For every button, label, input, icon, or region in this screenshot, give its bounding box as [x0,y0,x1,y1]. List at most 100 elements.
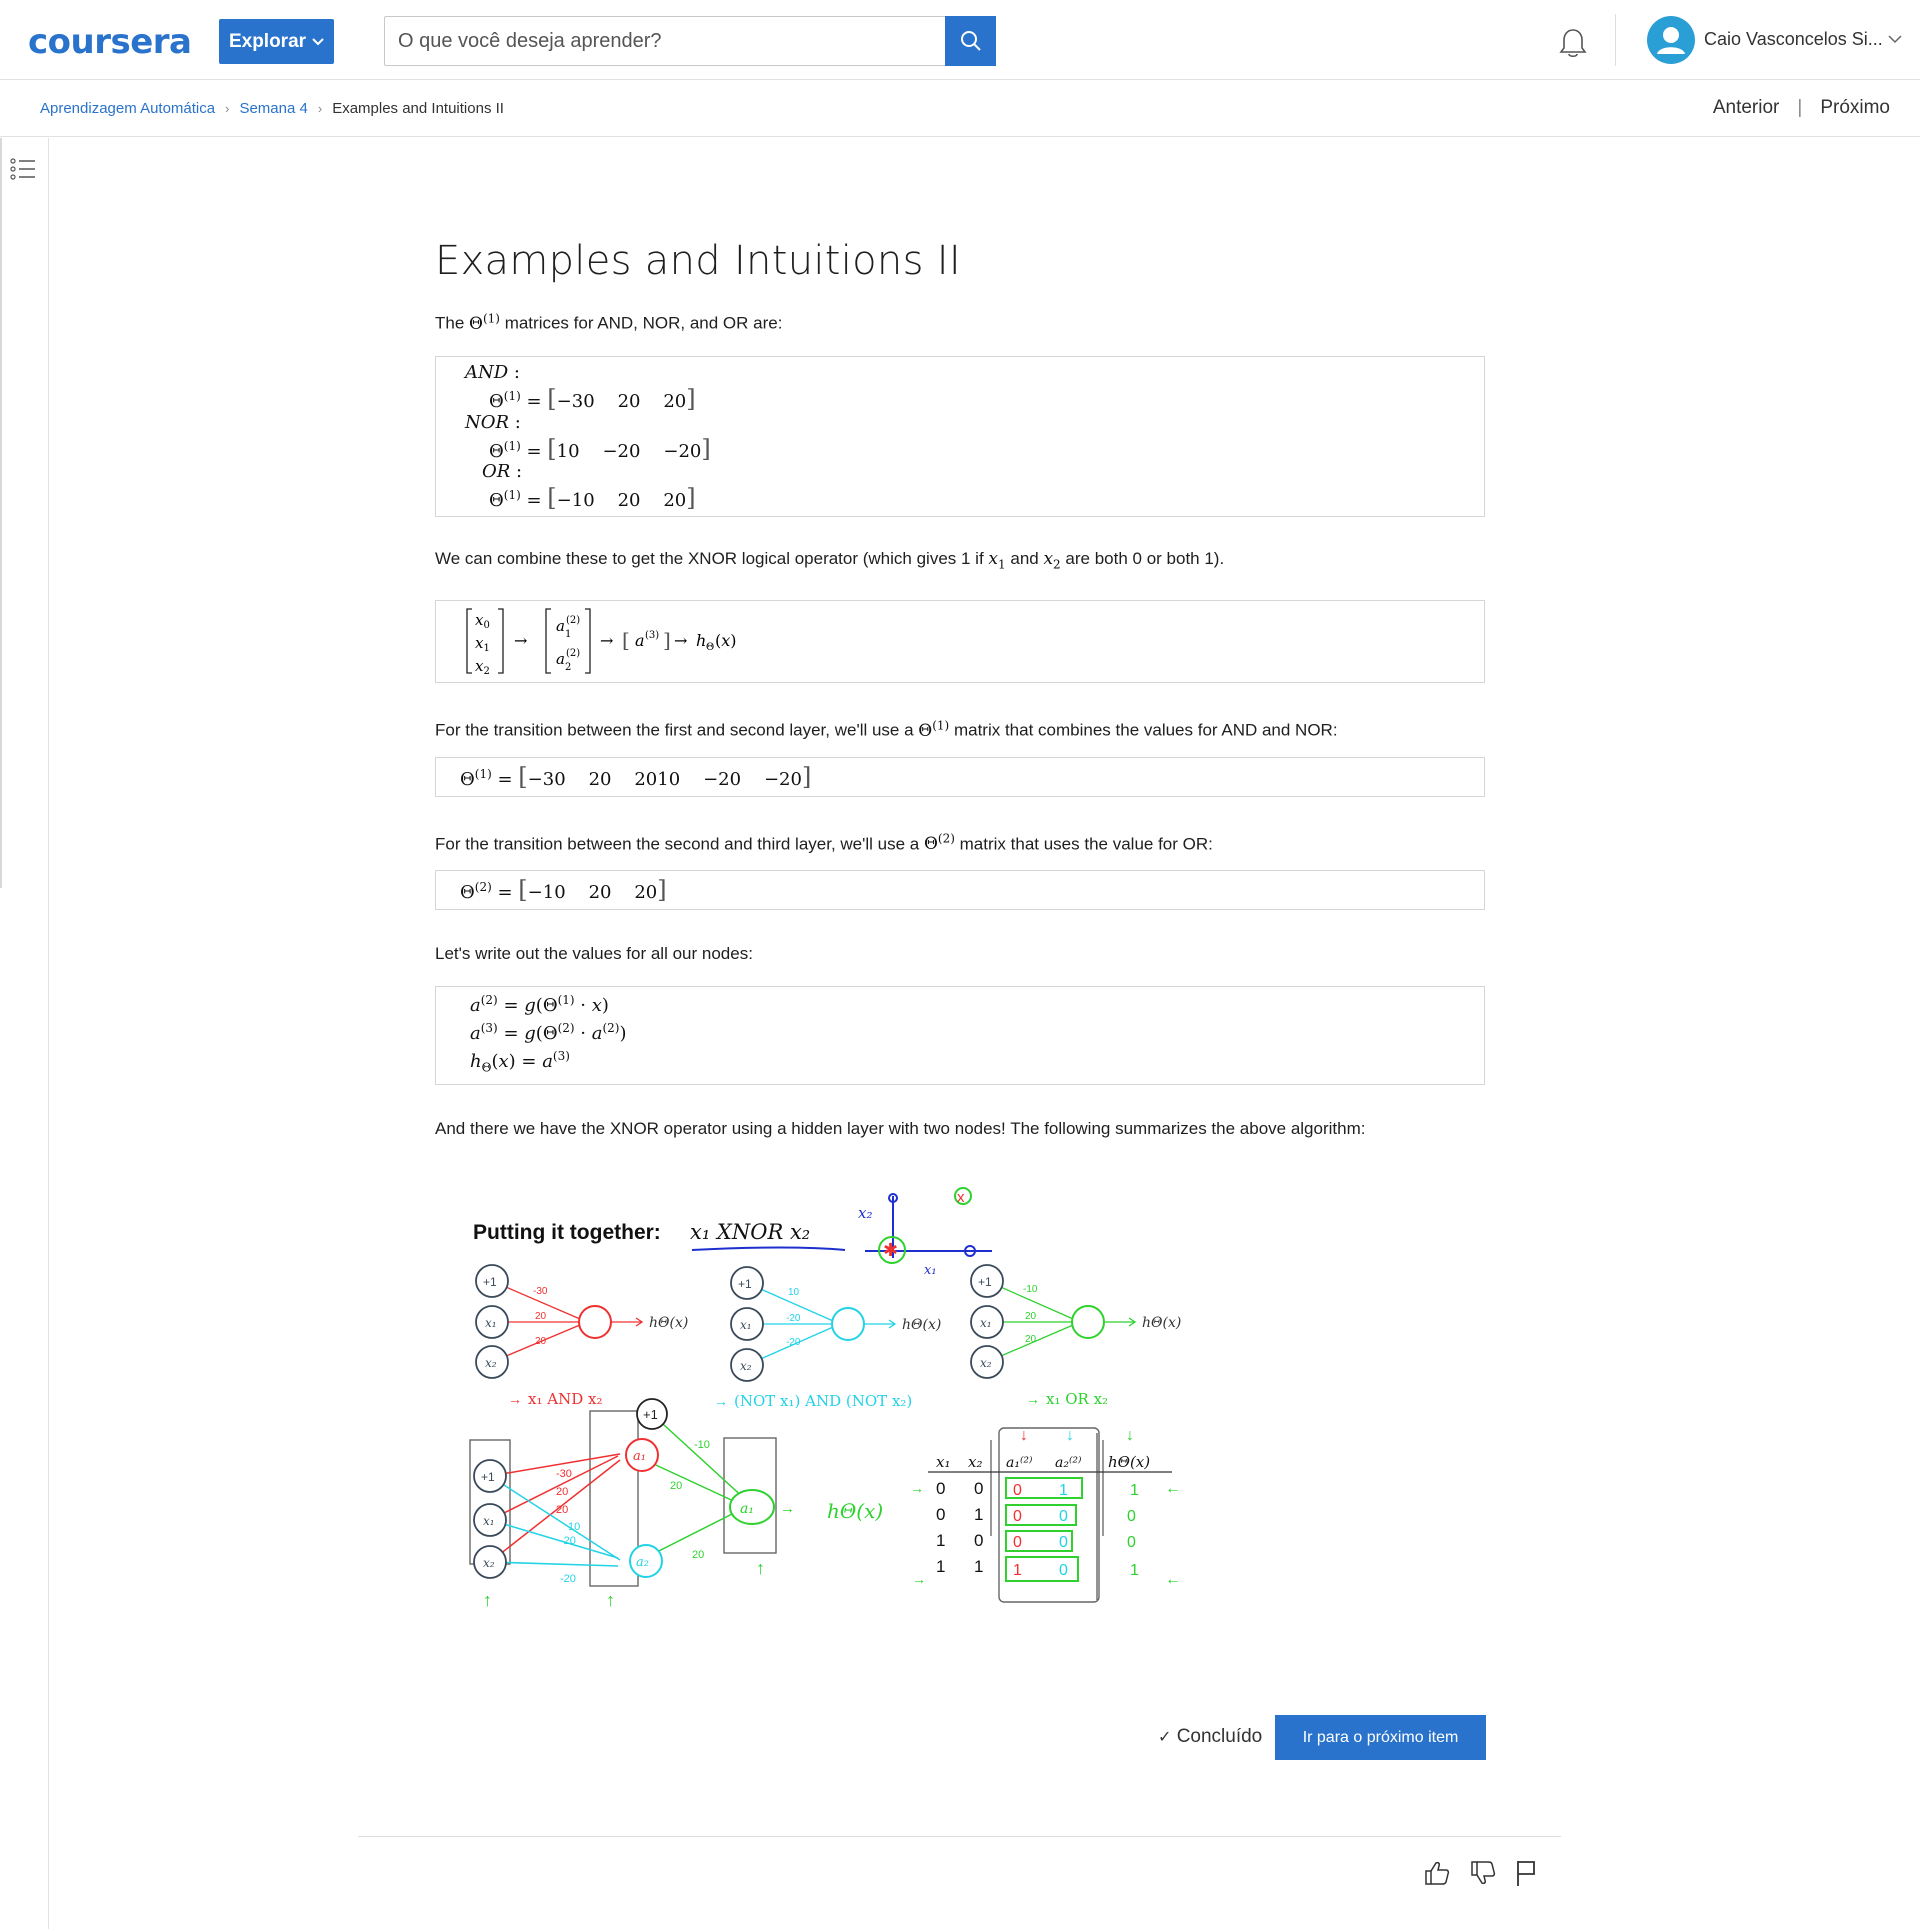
svg-text:0: 0 [1127,1508,1136,1525]
svg-text:↑: ↑ [483,1590,492,1610]
svg-text:a₁⁽²⁾: a₁⁽²⁾ [1006,1455,1033,1471]
svg-text:1: 1 [1059,1482,1068,1499]
search-icon [960,31,981,51]
svg-text:0: 0 [974,1531,983,1550]
svg-text:0: 0 [1059,1562,1068,1579]
svg-text:2: 2 [565,662,571,673]
sidebar [0,138,49,1929]
avatar[interactable] [1647,16,1695,64]
svg-text:→: → [508,1391,522,1407]
node-values-box: a(2) = g(Θ(1) · x) a(3) = g(Θ(2) · a(2))… [435,986,1485,1086]
svg-text:→: → [1026,1391,1040,1407]
svg-text:→: → [674,631,687,650]
svg-text:(2): (2) [566,648,580,659]
svg-text:a₂: a₂ [636,1555,649,1570]
a3-equation: a(3) = g(Θ(2) · a(2)) [470,1021,627,1045]
search-input[interactable] [385,17,945,65]
svg-text:-20: -20 [786,1313,801,1324]
svg-text:1: 1 [936,1531,945,1550]
svg-text:20: 20 [1025,1334,1037,1345]
article: Examples and Intuitions II The Θ(1) matr… [435,230,1485,1141]
svg-text:x₂: x₂ [858,1204,872,1222]
svg-text:←: ← [1165,1480,1181,1497]
svg-text:a: a [556,617,565,635]
svg-text:0: 0 [1127,1534,1136,1551]
next-item-button[interactable]: Ir para o próximo item [1275,1715,1486,1760]
network-nor: +1 x₁ x₂ 10 -20 -20 hΘ(x) → (NOT x₁) AND… [714,1266,941,1410]
svg-text:x₁: x₁ [924,1263,937,1278]
svg-text:-20: -20 [560,1535,576,1547]
svg-text:0: 0 [936,1479,945,1498]
nav-divider: | [1797,97,1803,118]
search-bar [384,16,996,66]
search-button[interactable] [945,16,996,66]
footer-divider [358,1836,1561,1837]
svg-text:x₁: x₁ [936,1453,950,1471]
user-icon [1657,27,1685,54]
svg-text:→: → [910,1480,924,1496]
svg-text:x₂: x₂ [483,1556,495,1570]
svg-text:→: → [600,631,613,650]
svg-text:(x): (x) [715,631,737,650]
nor-matrix: Θ(1) = [10 −20 −20] [489,434,711,463]
svg-text:(3): (3) [645,630,659,641]
theta-matrices-box: AND : Θ(1) = [−30 20 20] NOR : Θ(1) = [1… [435,355,1485,517]
svg-text:+1: +1 [738,1277,752,1291]
svg-text:x: x [957,1189,965,1206]
svg-text:h: h [696,631,706,650]
svg-text:→: → [912,1571,926,1587]
paragraph-4: For the transition between the second an… [435,831,1213,855]
svg-text:0: 0 [1013,1508,1022,1525]
svg-text:x₁: x₁ [485,1316,497,1330]
breadcrumb-week[interactable]: Semana 4 [239,100,307,117]
svg-text:0: 0 [1013,1534,1022,1551]
h-equation: hΘ(x) = a(3) [470,1049,570,1075]
svg-text:x₁: x₁ [980,1316,992,1330]
page-title: Examples and Intuitions II [435,238,961,284]
svg-text:x₂: x₂ [485,1356,497,1370]
svg-text:20: 20 [692,1549,704,1561]
paragraph-5: Let's write out the values for all our n… [435,944,753,964]
xnor-axes-sketch: ✱ x x₂ x₁ [858,1187,992,1278]
svg-text:↑: ↑ [756,1558,765,1578]
svg-text:hΘ(x): hΘ(x) [1108,1453,1150,1471]
list-menu-icon[interactable] [10,158,36,180]
sidebar-scroll-indicator [0,138,2,888]
chevron-down-icon[interactable] [1888,34,1902,44]
check-icon: ✓ [1158,1729,1172,1746]
svg-text:10: 10 [788,1287,800,1298]
nor-row: NOR : [465,411,521,433]
svg-text:x2: x2 [475,657,490,677]
next-link[interactable]: Próximo [1820,97,1890,119]
thumbs-up-icon[interactable] [1422,1858,1452,1888]
svg-text:10: 10 [568,1521,580,1533]
username[interactable]: Caio Vasconcelos Si... [1704,29,1883,50]
paragraph-3: For the transition between the first and… [435,718,1338,741]
svg-text:↑: ↑ [606,1590,615,1610]
coursera-logo[interactable]: coursera [28,22,192,62]
chevron-right-icon: › [225,101,230,116]
svg-text:x₁: x₁ [483,1514,495,1528]
svg-text:a₁: a₁ [740,1501,754,1517]
breadcrumb-current: Examples and Intuitions II [332,100,504,117]
completed-label: Concluído [1176,1726,1263,1747]
svg-text:[: [ [622,628,630,652]
breadcrumb-course[interactable]: Aprendizagem Automática [40,100,215,117]
thumbs-down-icon[interactable] [1468,1858,1498,1888]
svg-text:+1: +1 [481,1470,495,1484]
network-equation-box: x0 x1 x2 → a (2) 1 a (2) 2 → [ a (3) ] →… [435,600,1485,684]
previous-link[interactable]: Anterior [1713,97,1780,119]
svg-text:x₂: x₂ [980,1356,992,1370]
svg-text:1: 1 [565,629,571,640]
svg-text:x₁ OR x₂: x₁ OR x₂ [1046,1390,1108,1408]
xnor-summary-figure: Putting it together: x₁ XNOR x₂ ✱ x x₂ x… [469,1187,1181,1610]
svg-text:1: 1 [1130,1562,1139,1579]
svg-text:-30: -30 [556,1468,572,1480]
flag-icon[interactable] [1512,1858,1542,1888]
theta2-matrix: Θ(2) = [−10 20 20] [460,876,667,905]
bell-icon[interactable] [1558,27,1588,59]
svg-text:←: ← [1165,1571,1181,1588]
explore-button[interactable]: Explorar [219,19,334,64]
svg-text:x0: x0 [475,611,490,631]
explore-label: Explorar [228,30,307,52]
